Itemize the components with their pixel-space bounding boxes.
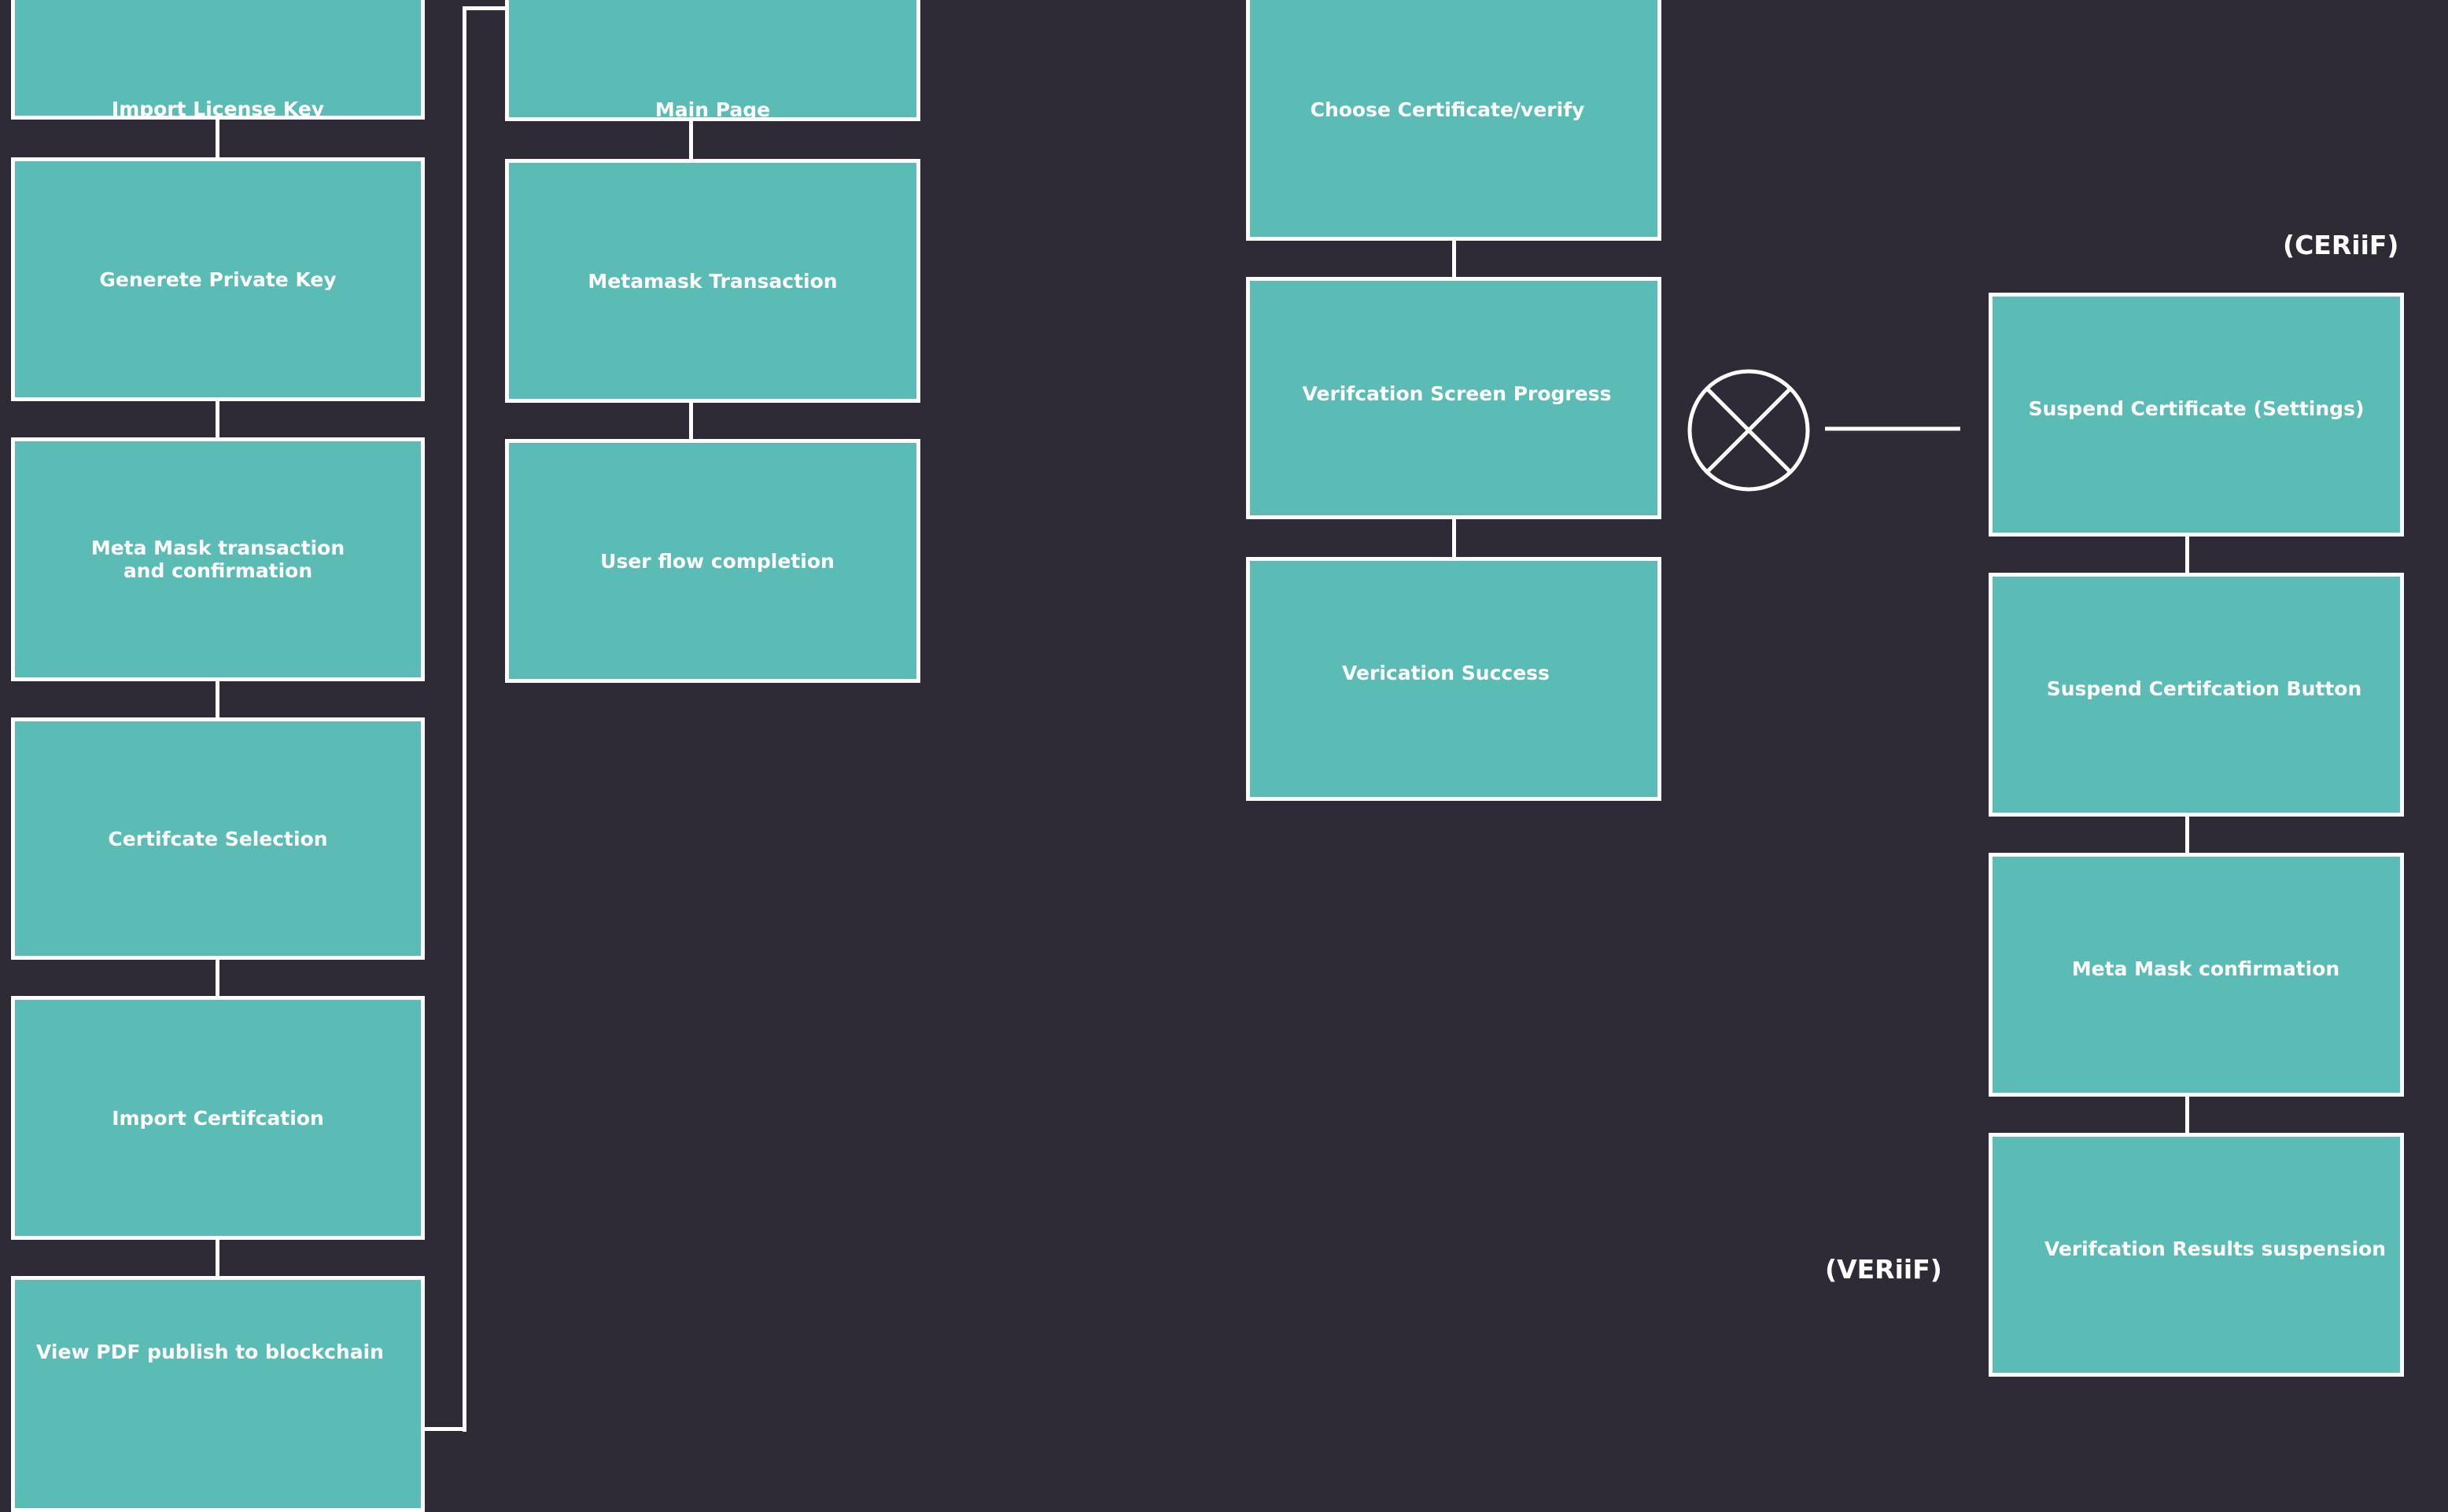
node-metamask-confirmation[interactable]: Meta Mask confirmation xyxy=(1989,853,2404,1097)
node-label: Verifcation Results suspension xyxy=(2044,1237,2387,1260)
connector-line xyxy=(2185,815,2189,856)
node-label: Suspend Certificate (Settings) xyxy=(2028,396,2365,420)
node-label: Suspend Certifcation Button xyxy=(2046,677,2362,700)
node-label: Meta Mask confirmation xyxy=(2071,957,2340,980)
connector-line xyxy=(2185,1095,2189,1136)
node-suspend-certificate-settings[interactable]: Suspend Certificate (Settings) xyxy=(1989,293,2404,537)
node-suspend-certification-button[interactable]: Suspend Certifcation Button xyxy=(1989,573,2404,817)
veriif-tag: (VERiiF) xyxy=(1825,1254,1942,1285)
ceriif-tag: (CERiiF) xyxy=(2283,230,2399,260)
node-verification-results-suspension[interactable]: Verifcation Results suspension xyxy=(1989,1133,2404,1377)
circled-x-icon xyxy=(1687,369,1810,492)
connector-line xyxy=(2185,535,2189,576)
